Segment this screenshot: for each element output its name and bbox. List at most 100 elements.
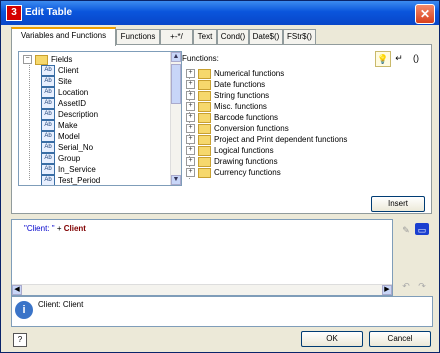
text-field-icon: Ab (41, 175, 55, 185)
function-group[interactable]: + Numerical functions (186, 68, 284, 79)
edit-icon[interactable]: ✎ (399, 223, 413, 235)
redo-icon[interactable]: ↷ (415, 279, 429, 293)
field-label: In_Service (58, 165, 96, 174)
function-group-label: Misc. functions (214, 102, 267, 111)
scroll-right-icon[interactable]: ▶ (382, 285, 392, 295)
text-field-icon: Ab (41, 76, 55, 88)
info-icon: i (15, 301, 33, 319)
text-field-icon: Ab (41, 87, 55, 99)
folder-icon (198, 101, 211, 112)
field-item[interactable]: Ab Model (41, 131, 80, 143)
function-group[interactable]: + Date functions (186, 79, 265, 90)
parens-button[interactable]: () (409, 51, 423, 65)
text-field-icon: Ab (41, 65, 55, 77)
scroll-up-icon[interactable]: ▲ (171, 52, 181, 62)
scroll-left-icon[interactable]: ◀ (12, 285, 22, 295)
tab-variables-and-functions[interactable]: Variables and Functions (11, 27, 116, 46)
folder-icon (198, 145, 211, 156)
title-bar: 3 Edit Table ✕ (1, 1, 439, 25)
expand-icon[interactable]: + (186, 80, 195, 90)
field-item[interactable]: Ab Description (41, 109, 99, 121)
expression-mode-icon[interactable]: ▭ (415, 223, 429, 235)
field-item[interactable]: Ab Serial_No (41, 142, 93, 154)
folder-icon (198, 79, 211, 90)
close-icon: ✕ (419, 7, 431, 21)
expand-icon[interactable]: + (186, 157, 195, 167)
tab-panel: − Fields Ab Client Ab Site Ab Location Ab Ass… (11, 44, 432, 214)
field-item[interactable]: Ab Make (41, 120, 78, 132)
expand-icon[interactable]: + (186, 69, 195, 79)
lightbulb-icon[interactable]: 💡 (375, 51, 391, 67)
tab-cond[interactable]: Cond() (217, 29, 249, 44)
help-button[interactable]: ? (13, 333, 27, 347)
tab-functions[interactable]: Functions (116, 29, 160, 44)
function-group[interactable]: + Misc. functions (186, 101, 267, 112)
function-group[interactable]: + Project and Print dependent functions (186, 134, 347, 145)
fields-root[interactable]: − Fields (23, 54, 72, 65)
ok-button[interactable]: OK (301, 331, 363, 347)
field-item[interactable]: Ab Client (41, 65, 78, 77)
function-group[interactable]: + Drawing functions (186, 156, 278, 167)
folder-icon (198, 112, 211, 123)
field-label: Location (58, 88, 89, 97)
scroll-down-icon[interactable]: ▼ (171, 175, 181, 185)
field-label: Model (58, 132, 80, 141)
function-group[interactable]: + Logical functions (186, 145, 274, 156)
expression-editor[interactable]: "Client: " + Client ◀ ▶ (11, 219, 393, 296)
info-panel: i Client: Client (11, 296, 433, 327)
tab-date[interactable]: Date$() (249, 29, 283, 44)
collapse-icon[interactable]: − (23, 55, 32, 65)
fields-tree[interactable]: − Fields Ab Client Ab Site Ab Location Ab Ass… (18, 51, 182, 186)
expression-string: "Client: " (24, 224, 55, 233)
expression-operator: + (56, 224, 62, 233)
expand-icon[interactable]: + (186, 124, 195, 134)
insert-button[interactable]: Insert (371, 196, 425, 212)
expression-scrollbar[interactable]: ◀ ▶ (12, 284, 392, 295)
field-label: Description (58, 110, 99, 119)
function-group-label: Project and Print dependent functions (214, 135, 348, 144)
field-label: Make (58, 121, 78, 130)
function-group-label: Drawing functions (214, 157, 278, 166)
expression-field: Client (63, 224, 86, 233)
tab-text[interactable]: Text (193, 29, 217, 44)
expand-icon[interactable]: + (186, 91, 195, 101)
undo-icon[interactable]: ↶ (399, 279, 413, 293)
edit-table-dialog: 3 Edit Table ✕ Variables and Functions F… (0, 0, 440, 353)
functions-panel: Functions: 💡 ↵ () + Numerical functions +… (182, 51, 423, 191)
field-item[interactable]: Ab In_Service (41, 164, 96, 176)
text-field-icon: Ab (41, 131, 55, 143)
folder-icon (198, 90, 211, 101)
folder-icon (198, 123, 211, 134)
tab-fstr[interactable]: FStr$() (283, 29, 316, 44)
field-item[interactable]: Ab Site (41, 76, 72, 88)
close-button[interactable]: ✕ (415, 4, 435, 24)
field-label: Group (58, 154, 81, 163)
text-field-icon: Ab (41, 142, 55, 154)
function-group[interactable]: + Currency functions (186, 167, 281, 178)
tab-operators[interactable]: +-*/ (160, 29, 193, 44)
text-field-icon: Ab (41, 164, 55, 176)
function-group-label: Date functions (214, 80, 266, 89)
function-group-label: Currency functions (214, 168, 281, 177)
expand-icon[interactable]: + (186, 168, 195, 178)
folder-icon (198, 167, 211, 178)
enter-icon[interactable]: ↵ (392, 51, 406, 65)
field-item[interactable]: Ab Test_Period (41, 175, 100, 185)
fields-scrollbar[interactable]: ▲ ▼ (170, 52, 181, 185)
field-item[interactable]: Ab AssetID (41, 98, 86, 110)
function-group[interactable]: + Barcode functions (186, 112, 278, 123)
function-group[interactable]: + Conversion functions (186, 123, 289, 134)
function-group[interactable]: + String functions (186, 90, 269, 101)
scroll-thumb[interactable] (171, 64, 181, 104)
text-field-icon: Ab (41, 153, 55, 165)
field-item[interactable]: Ab Location (41, 87, 89, 99)
expand-icon[interactable]: + (186, 113, 195, 123)
expand-icon[interactable]: + (186, 146, 195, 156)
cancel-button[interactable]: Cancel (369, 331, 431, 347)
field-item[interactable]: Ab Group (41, 153, 81, 165)
function-group-label: Conversion functions (214, 124, 289, 133)
expand-icon[interactable]: + (186, 135, 195, 145)
expand-icon[interactable]: + (186, 102, 195, 112)
fields-folder-icon (35, 54, 48, 65)
tree-line (29, 60, 30, 180)
